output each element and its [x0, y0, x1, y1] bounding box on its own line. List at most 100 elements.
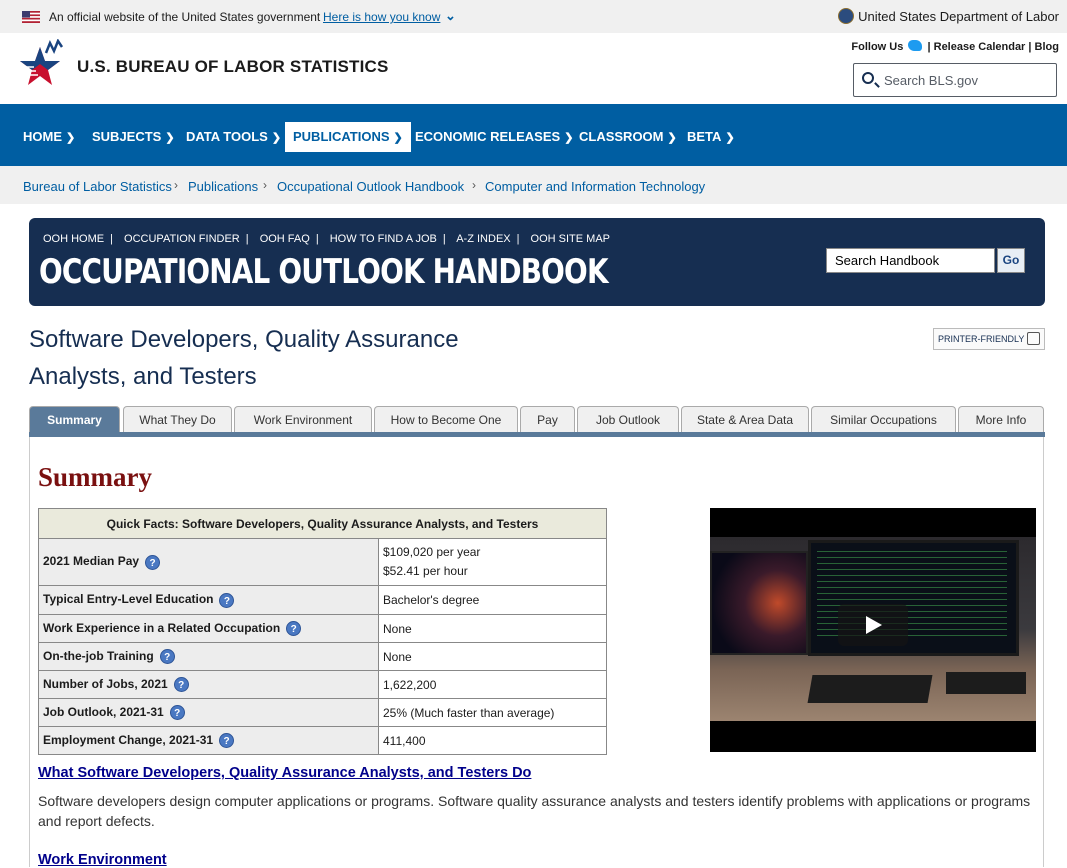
- help-icon[interactable]: ?: [219, 733, 235, 749]
- chevron-right-icon: ›: [174, 178, 178, 192]
- tab-more-info[interactable]: More Info: [958, 406, 1044, 432]
- chevron-down-icon: ❯: [271, 132, 282, 144]
- help-icon[interactable]: ?: [159, 649, 175, 665]
- row-label: 2021 Median Pay: [43, 554, 140, 569]
- row-label: On-the-job Training: [43, 648, 154, 663]
- laptop-screen: [710, 551, 808, 655]
- chevron-down-icon: ❯: [667, 132, 677, 144]
- breadcrumb: Bureau of Labor Statistics › Publication…: [0, 166, 1067, 204]
- handbook-search-go-button[interactable]: Go: [997, 248, 1025, 273]
- nav-item-beta[interactable]: BETA ❯: [679, 122, 743, 152]
- row-label: Employment Change, 2021-31: [43, 732, 214, 747]
- keyboard: [807, 675, 933, 703]
- ooh-faq-link[interactable]: OOH FAQ: [260, 233, 310, 245]
- row-value: None: [378, 642, 607, 671]
- nav-item-home[interactable]: HOME ❯: [15, 122, 83, 152]
- quick-facts-title: Quick Facts: Software Developers, Qualit…: [38, 508, 607, 539]
- follow-us-link[interactable]: Follow Us: [851, 41, 903, 53]
- tab-similar-occupations[interactable]: Similar Occupations: [811, 406, 956, 432]
- row-value-hourly: $52.41 per hour: [383, 564, 468, 578]
- chevron-down-icon[interactable]: ⌄: [445, 8, 456, 24]
- official-site-text: An official website of the United States…: [49, 10, 321, 24]
- breadcrumb-computer-it[interactable]: Computer and Information Technology: [485, 179, 705, 194]
- chevron-right-icon: ›: [263, 178, 267, 192]
- bls-star-logo-icon[interactable]: [16, 39, 64, 93]
- ooh-title[interactable]: OCCUPATIONAL OUTLOOK HANDBOOK: [39, 252, 609, 292]
- help-icon[interactable]: ?: [169, 705, 185, 721]
- help-icon[interactable]: ?: [173, 677, 189, 693]
- gov-banner: An official website of the United States…: [0, 0, 1067, 33]
- work-environment-link[interactable]: Work Environment: [38, 852, 167, 868]
- chevron-down-icon: ❯: [66, 132, 76, 144]
- agency-title[interactable]: U.S. BUREAU OF LABOR STATISTICS: [77, 57, 389, 77]
- summary-heading: Summary: [38, 462, 152, 492]
- main-nav: HOME ❯ SUBJECTS ❯ DATA TOOLS ❯ PUBLICATIONS…: [0, 104, 1067, 166]
- row-value: $109,020 per year: [383, 545, 481, 559]
- ooh-links: OOH HOME | OCCUPATION FINDER | OOH FAQ | HO…: [43, 233, 611, 245]
- row-label: Typical Entry-Level Education: [43, 592, 214, 607]
- table-row: On-the-job Training? None: [38, 642, 607, 671]
- row-value: None: [378, 614, 607, 643]
- tab-summary[interactable]: Summary: [29, 406, 120, 432]
- what-they-do-link[interactable]: What Software Developers, Quality Assura…: [38, 765, 531, 781]
- chevron-down-icon: ❯: [165, 132, 175, 144]
- nav-item-publications[interactable]: PUBLICATIONS ❯: [285, 122, 411, 152]
- find-job-link[interactable]: HOW TO FIND A JOB: [330, 233, 437, 245]
- breadcrumb-publications[interactable]: Publications: [188, 179, 258, 194]
- az-index-link[interactable]: A-Z INDEX: [456, 233, 510, 245]
- nav-item-classroom[interactable]: CLASSROOM ❯: [571, 122, 685, 152]
- ooh-banner: OOH HOME | OCCUPATION FINDER | OOH FAQ | HO…: [29, 218, 1045, 306]
- tab-job-outlook[interactable]: Job Outlook: [577, 406, 679, 432]
- blog-link[interactable]: Blog: [1035, 41, 1059, 53]
- tab-state-area-data[interactable]: State & Area Data: [681, 406, 809, 432]
- chevron-down-icon: ❯: [725, 132, 735, 144]
- table-row: 2021 Median Pay? $109,020 per year $52.41…: [38, 538, 607, 586]
- twitter-icon[interactable]: [908, 40, 923, 51]
- row-value: 411,400: [378, 726, 607, 755]
- tab-pay[interactable]: Pay: [520, 406, 575, 432]
- handbook-search-input[interactable]: Search Handbook: [826, 248, 995, 273]
- help-icon[interactable]: ?: [286, 621, 302, 637]
- printer-icon: [1027, 332, 1040, 345]
- site-search-input[interactable]: Search BLS.gov: [853, 63, 1057, 97]
- how-you-know-link[interactable]: Here is how you know: [323, 10, 440, 24]
- table-row: Number of Jobs, 2021? 1,622,200: [38, 670, 607, 699]
- tab-what-they-do[interactable]: What They Do: [123, 406, 232, 432]
- help-icon[interactable]: ?: [219, 592, 235, 608]
- search-placeholder: Search BLS.gov: [884, 73, 978, 88]
- breadcrumb-ooh[interactable]: Occupational Outlook Handbook: [277, 179, 464, 194]
- play-icon[interactable]: [838, 604, 908, 646]
- row-label: Job Outlook, 2021-31: [43, 704, 164, 719]
- search-icon[interactable]: [862, 72, 874, 84]
- video-player[interactable]: [710, 508, 1036, 752]
- what-they-do-text: Software developers design computer appl…: [38, 793, 1031, 829]
- row-label: Number of Jobs, 2021: [43, 676, 168, 691]
- table-row: Job Outlook, 2021-31? 25% (Much faster t…: [38, 698, 607, 727]
- ooh-site-map-link[interactable]: OOH SITE MAP: [531, 233, 610, 245]
- us-flag-icon: [22, 11, 40, 23]
- keyboard-2: [946, 672, 1026, 694]
- tab-work-environment[interactable]: Work Environment: [234, 406, 372, 432]
- utility-links: Follow Us | Release Calendar | Blog: [851, 40, 1059, 53]
- row-label: Work Experience in a Related Occupation: [43, 620, 281, 635]
- release-calendar-link[interactable]: Release Calendar: [934, 41, 1026, 53]
- row-value: Bachelor's degree: [378, 585, 607, 615]
- nav-item-economic-releases[interactable]: ECONOMIC RELEASES ❯: [407, 122, 581, 152]
- dol-link[interactable]: United States Department of Labor: [838, 8, 1059, 24]
- nav-item-data-tools[interactable]: DATA TOOLS ❯: [178, 122, 289, 152]
- table-row: Employment Change, 2021-31? 411,400: [38, 726, 607, 755]
- ooh-home-link[interactable]: OOH HOME: [43, 233, 104, 245]
- printer-friendly-button[interactable]: PRINTER-FRIENDLY: [933, 328, 1045, 350]
- chevron-down-icon: ❯: [393, 132, 403, 144]
- site-header: U.S. BUREAU OF LABOR STATISTICS Follow U…: [0, 33, 1067, 104]
- help-icon[interactable]: ?: [145, 554, 161, 570]
- page-title: Software Developers, Quality Assurance A…: [29, 326, 459, 390]
- row-value: 1,622,200: [378, 670, 607, 699]
- chevron-right-icon: ›: [472, 178, 476, 192]
- occupation-finder-link[interactable]: OCCUPATION FINDER: [124, 233, 240, 245]
- breadcrumb-bls[interactable]: Bureau of Labor Statistics: [23, 179, 172, 194]
- nav-item-subjects[interactable]: SUBJECTS ❯: [84, 122, 183, 152]
- quick-facts-table: Quick Facts: Software Developers, Qualit…: [38, 508, 607, 755]
- tab-how-to-become-one[interactable]: How to Become One: [374, 406, 518, 432]
- table-row: Typical Entry-Level Education? Bachelor'…: [38, 585, 607, 615]
